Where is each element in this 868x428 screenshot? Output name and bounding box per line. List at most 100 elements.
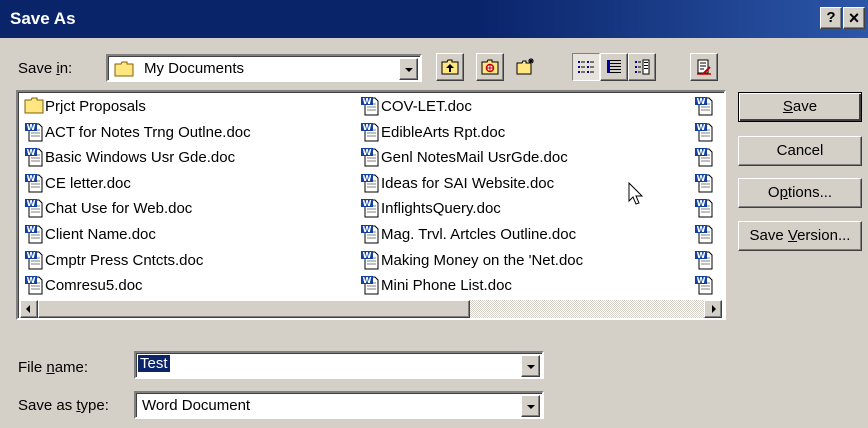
- svg-text:W: W: [697, 225, 706, 234]
- save-in-value: My Documents: [144, 60, 245, 77]
- scroll-left-button[interactable]: [20, 300, 38, 318]
- file-list[interactable]: Prjct Proposals W ACT for Notes Trng Outln…: [16, 90, 726, 320]
- file-item-label: InflightsQuery.doc: [381, 200, 501, 218]
- folder-icon: [114, 61, 134, 77]
- file-item-label: Client Name.doc: [45, 226, 156, 243]
- tools-icon: [697, 59, 711, 75]
- save-button[interactable]: Save: [738, 92, 862, 122]
- file-item-label: EdibleArts Rpt.doc: [381, 123, 506, 141]
- svg-text:W: W: [363, 174, 372, 183]
- search-web-icon: [481, 59, 499, 75]
- svg-text:W: W: [363, 97, 372, 106]
- word-doc-icon: W: [361, 173, 379, 193]
- file-item-label: COV-LET.doc: [381, 98, 472, 115]
- file-item-label: ACT for Notes Trng Outlne.doc: [45, 123, 251, 141]
- details-view-icon: [607, 60, 621, 73]
- file-name-input[interactable]: Test: [134, 351, 544, 379]
- save-in-dropdown-button[interactable]: [399, 58, 418, 80]
- tools-button[interactable]: [690, 53, 718, 81]
- folder-icon: [24, 97, 44, 114]
- file-item-label: Making Money on the 'Net.doc: [381, 251, 584, 269]
- svg-text:W: W: [27, 225, 36, 234]
- word-doc-icon: W: [361, 276, 379, 295]
- file-item-label: Mini Phone List.doc: [381, 277, 512, 295]
- word-doc-icon: W: [361, 199, 379, 218]
- search-web-button[interactable]: [476, 53, 504, 81]
- close-button[interactable]: ×: [843, 7, 865, 29]
- chevron-down-icon: [527, 365, 535, 369]
- svg-text:W: W: [363, 276, 372, 285]
- horizontal-scrollbar[interactable]: [20, 300, 722, 318]
- word-doc-icon: W: [361, 250, 379, 270]
- save-in-label: Save in:: [18, 60, 73, 77]
- svg-text:W: W: [363, 199, 372, 208]
- word-doc-icon: W: [361, 97, 379, 116]
- file-item-label: Chat Use for Web.doc: [45, 200, 193, 218]
- svg-text:W: W: [27, 251, 36, 260]
- create-new-folder-button[interactable]: [512, 53, 540, 81]
- file-item-label: CE letter.doc: [45, 174, 131, 192]
- folder-up-icon: [441, 59, 459, 75]
- word-doc-icon: W: [695, 148, 713, 167]
- title-bar[interactable]: Save As ? ×: [0, 0, 868, 38]
- new-folder-icon: [516, 58, 534, 75]
- window-title: Save As: [10, 9, 76, 28]
- list-view-icon: [578, 61, 594, 73]
- file-name-value: Test: [137, 354, 171, 373]
- word-doc-icon: W: [25, 173, 43, 193]
- word-doc-icon: W: [361, 148, 379, 167]
- chevron-down-icon: [527, 405, 535, 409]
- file-item-label: Basic Windows Usr Gde.doc: [45, 149, 236, 167]
- help-icon: ?: [826, 9, 836, 26]
- file-item-label: Cmptr Press Cntcts.doc: [45, 251, 204, 269]
- word-doc-icon: W: [25, 276, 43, 295]
- cancel-button[interactable]: Cancel: [738, 136, 862, 166]
- svg-text:W: W: [27, 276, 36, 285]
- word-doc-icon: W: [25, 122, 43, 142]
- scroll-thumb[interactable]: [38, 300, 470, 318]
- word-doc-icon: W: [25, 250, 43, 270]
- properties-view-button[interactable]: [628, 53, 656, 81]
- word-doc-icon: W: [361, 122, 379, 142]
- svg-text:W: W: [363, 148, 372, 157]
- file-name-label: File name:: [18, 359, 89, 376]
- arrow-right-icon: [712, 305, 716, 313]
- word-doc-icon: W: [695, 276, 713, 295]
- save-as-type-label: Save as type:: [18, 397, 109, 414]
- word-doc-icon: W: [695, 173, 713, 193]
- file-item-label: Prjct Proposals: [45, 98, 146, 115]
- save-in-dropdown[interactable]: My Documents: [106, 54, 422, 82]
- svg-text:W: W: [27, 148, 36, 157]
- save-as-type-dropdown[interactable]: Word Document: [134, 391, 544, 419]
- word-doc-icon: W: [695, 122, 713, 142]
- word-doc-icon: W: [695, 199, 713, 218]
- file-item-label: Mag. Trvl. Artcles Outline.doc: [381, 226, 577, 243]
- file-name-dropdown-button[interactable]: [521, 355, 540, 377]
- svg-text:W: W: [697, 174, 706, 183]
- word-doc-icon: W: [25, 225, 43, 244]
- save-as-type-dropdown-button[interactable]: [521, 395, 540, 417]
- properties-view-icon: [635, 59, 650, 75]
- save-version-button[interactable]: Save Version...: [738, 221, 862, 251]
- options-button[interactable]: Options...: [738, 178, 862, 208]
- up-one-level-button[interactable]: [436, 53, 464, 81]
- svg-text:W: W: [27, 174, 36, 183]
- word-doc-icon: W: [25, 148, 43, 167]
- help-button[interactable]: ?: [820, 7, 842, 29]
- word-doc-icon: W: [25, 199, 43, 218]
- details-view-button[interactable]: [600, 53, 628, 81]
- svg-text:W: W: [363, 123, 372, 132]
- word-doc-icon: W: [695, 97, 713, 116]
- list-view-button[interactable]: [572, 53, 600, 81]
- svg-text:W: W: [363, 225, 372, 234]
- word-doc-icon: W: [695, 250, 713, 270]
- svg-text:W: W: [697, 97, 706, 106]
- save-as-type-value: Word Document: [142, 397, 251, 414]
- svg-text:W: W: [697, 123, 706, 132]
- svg-text:W: W: [27, 199, 36, 208]
- svg-text:W: W: [697, 251, 706, 260]
- scroll-right-button[interactable]: [704, 300, 722, 318]
- chevron-down-icon: [405, 68, 413, 72]
- file-item-label: Ideas for SAI Website.doc: [381, 174, 555, 192]
- file-item-label: Genl NotesMail UsrGde.doc: [381, 149, 568, 167]
